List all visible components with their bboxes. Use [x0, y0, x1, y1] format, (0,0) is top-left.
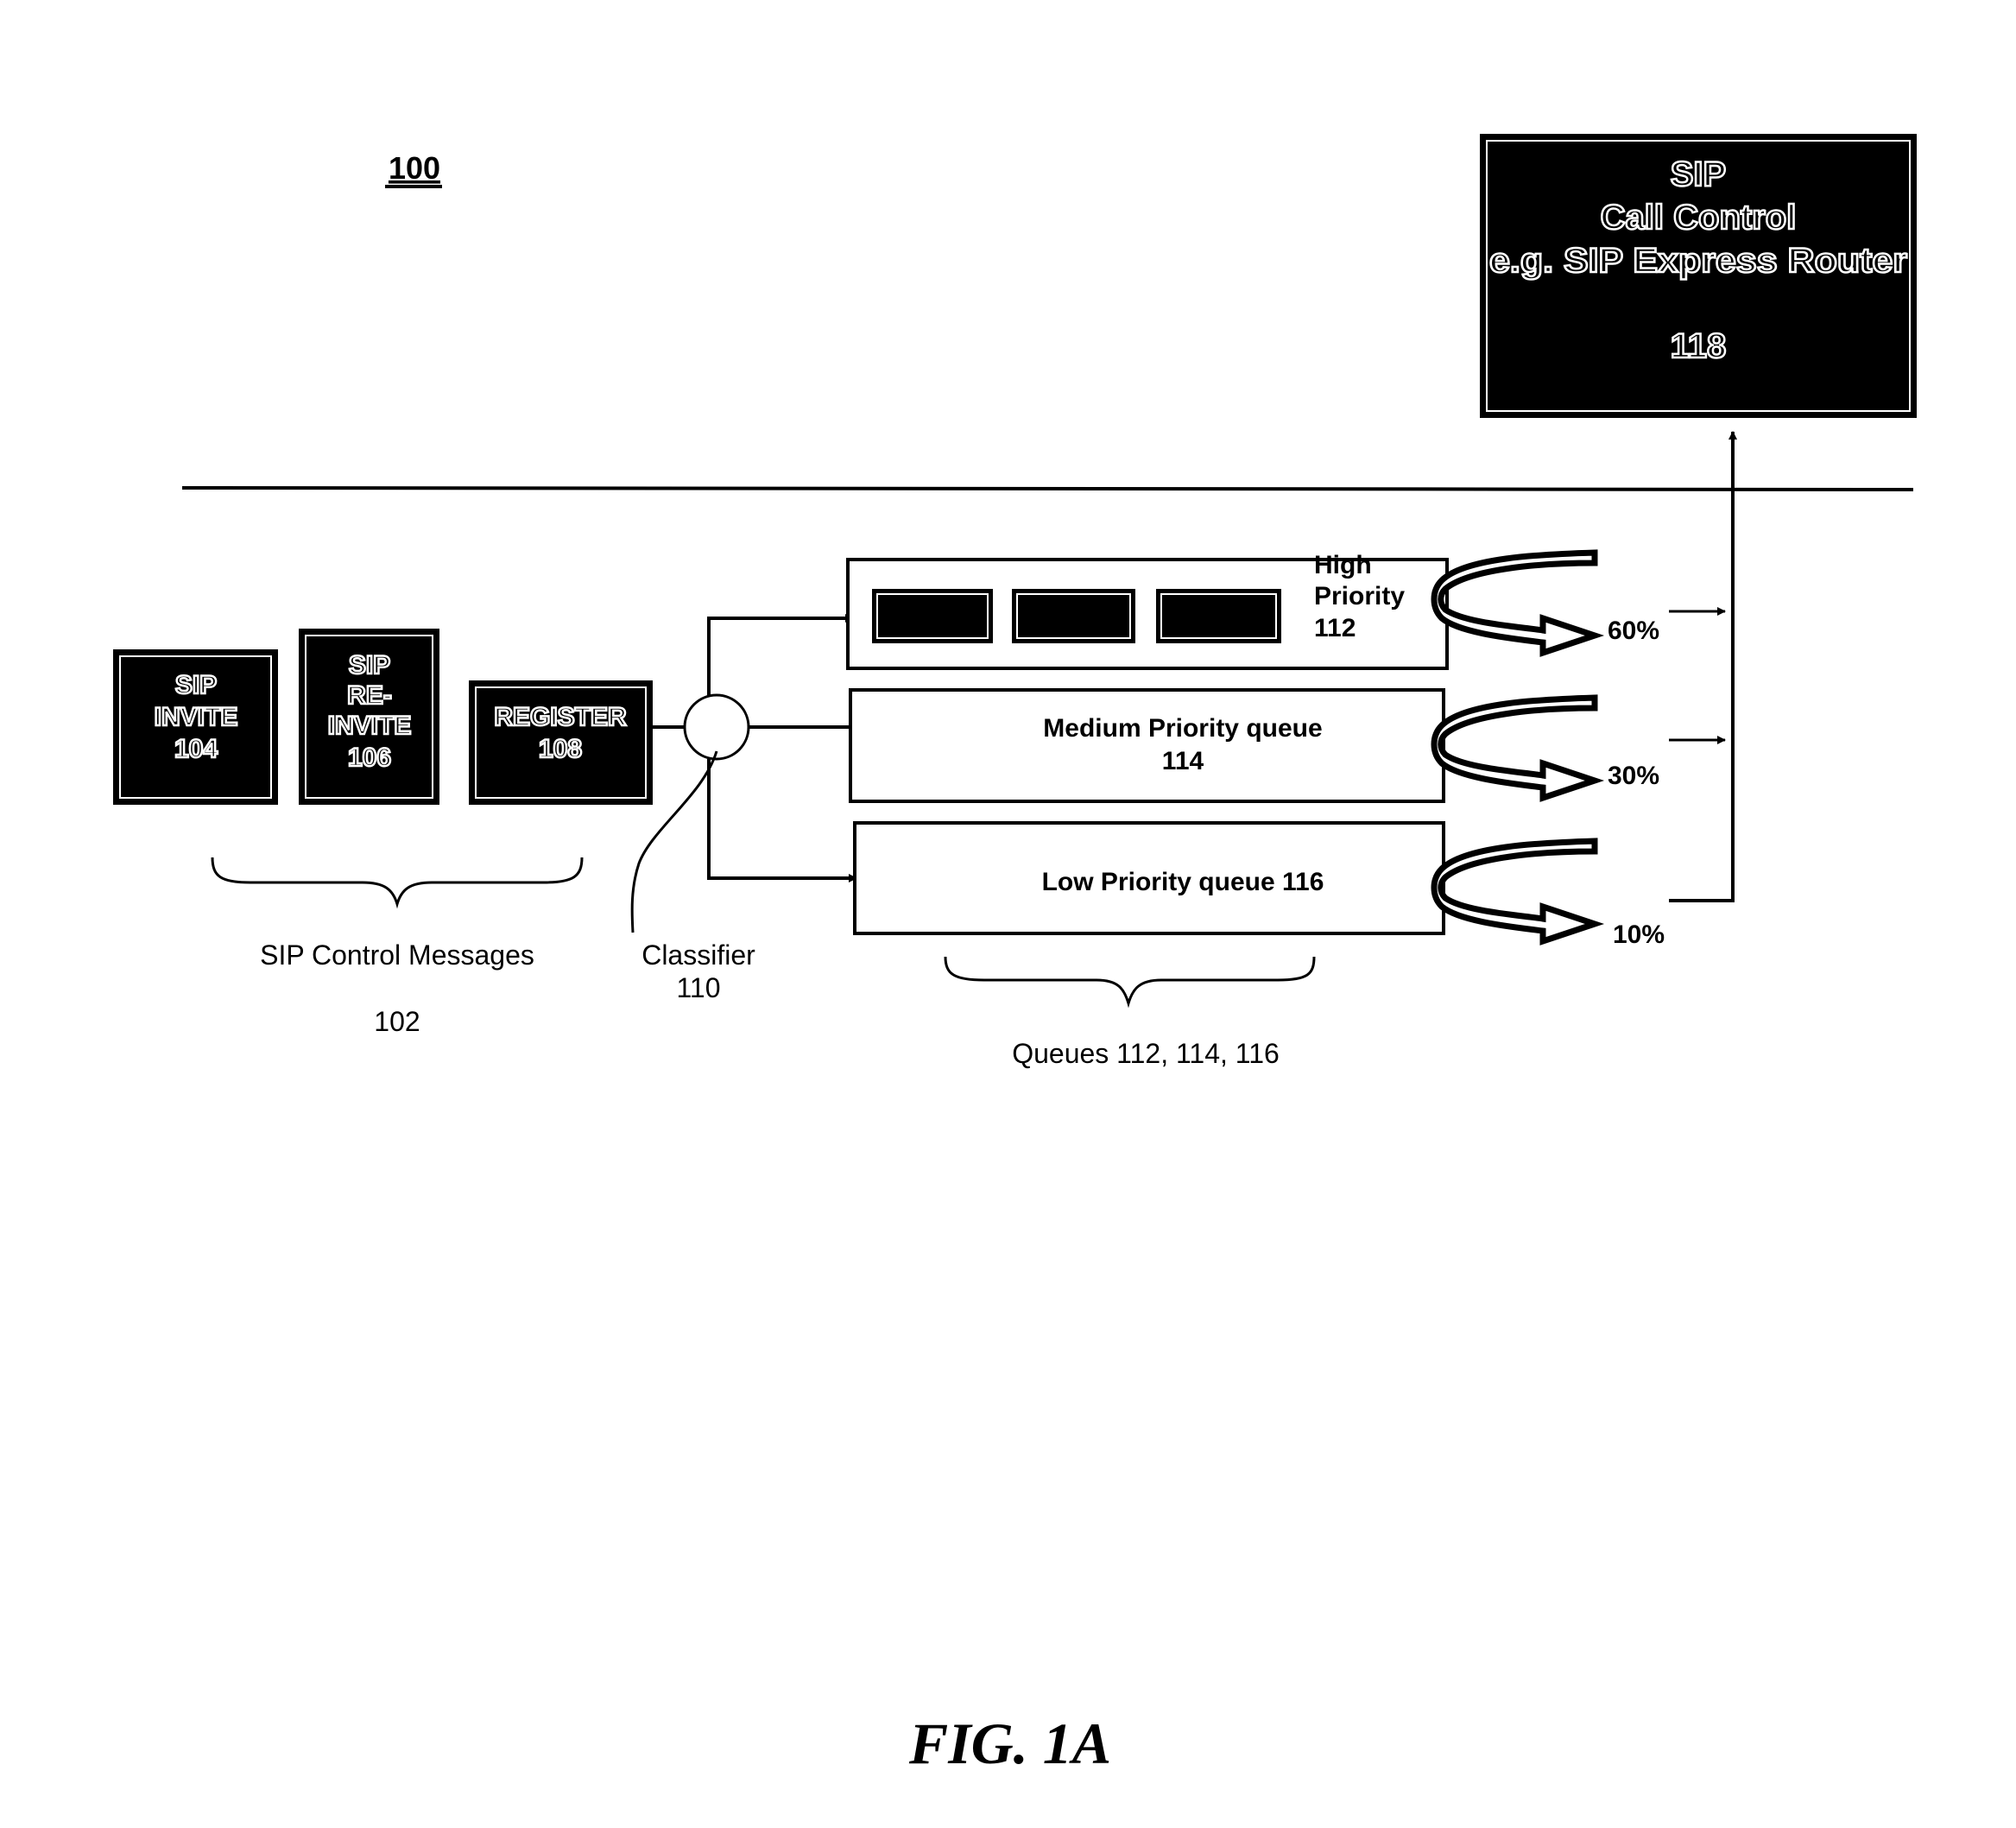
message-box-register: REGISTER 108	[469, 680, 653, 805]
classifier-label-title: Classifier	[641, 939, 755, 971]
message-line: SIP	[175, 671, 217, 699]
queue-label-line: 114	[1162, 747, 1204, 775]
sip-queueing-diagram: 100 SIP Call Control e.g. SIP Express Ro…	[113, 134, 1917, 1776]
share-high: 60%	[1608, 617, 1659, 645]
branch-low	[707, 759, 857, 882]
classifier-label-number: 110	[676, 972, 720, 1003]
messages-label-number: 102	[374, 1006, 420, 1037]
message-line: RE-	[347, 681, 392, 710]
message-line: 106	[348, 743, 391, 772]
message-box-sip-re-invite: SIP RE- INVITE 106	[299, 629, 439, 805]
call-control-number: 118	[1671, 327, 1727, 365]
call-control-line-3: e.g. SIP Express Router	[1489, 242, 1907, 280]
dequeue-arrow-high	[1431, 549, 1605, 657]
dequeue-arrow-medium	[1431, 694, 1605, 802]
queue-high-priority: High Priority 112	[846, 551, 1449, 670]
queued-message	[872, 589, 993, 643]
call-control-line-1: SIP	[1671, 155, 1726, 193]
figure-reference: 100	[389, 150, 440, 186]
queues-label: Queues 112, 114, 116	[1012, 1038, 1280, 1069]
queue-low-priority: Low Priority queue 116	[853, 821, 1445, 935]
figure-caption: FIG. 1A	[908, 1711, 1111, 1776]
classifier-circle[interactable]	[683, 693, 750, 761]
queue-label-line: 112	[1314, 614, 1356, 642]
divider-line	[181, 486, 1914, 491]
queues-brace	[944, 956, 1316, 1009]
queue-label-line: High	[1314, 551, 1372, 579]
message-line: INVITE	[155, 703, 238, 731]
message-line: REGISTER	[494, 703, 627, 731]
queued-message	[1012, 589, 1135, 643]
message-line: SIP	[349, 651, 390, 680]
queue-medium-priority: Medium Priority queue 114	[849, 688, 1445, 803]
call-control-line-2: Call Control	[1601, 199, 1797, 237]
message-box-sip-invite: SIP INVITE 104	[113, 649, 278, 805]
messages-brace	[211, 857, 584, 909]
queue-label-line: Priority	[1314, 582, 1405, 610]
dequeue-arrow-low	[1431, 838, 1605, 946]
queued-message	[1156, 589, 1281, 643]
messages-label-title: SIP Control Messages	[260, 939, 534, 971]
branch-high	[707, 614, 854, 695]
message-line: 108	[539, 735, 582, 763]
message-line: 104	[174, 735, 218, 763]
share-medium: 30%	[1608, 762, 1659, 790]
share-low: 10%	[1613, 920, 1665, 949]
queue-label-line: Low Priority queue 116	[1042, 868, 1324, 896]
queue-label-line: Medium Priority queue	[1043, 714, 1322, 743]
message-line: INVITE	[328, 712, 412, 740]
call-control-box: SIP Call Control e.g. SIP Express Router…	[1480, 134, 1917, 418]
share-low-connector	[1669, 431, 1737, 902]
